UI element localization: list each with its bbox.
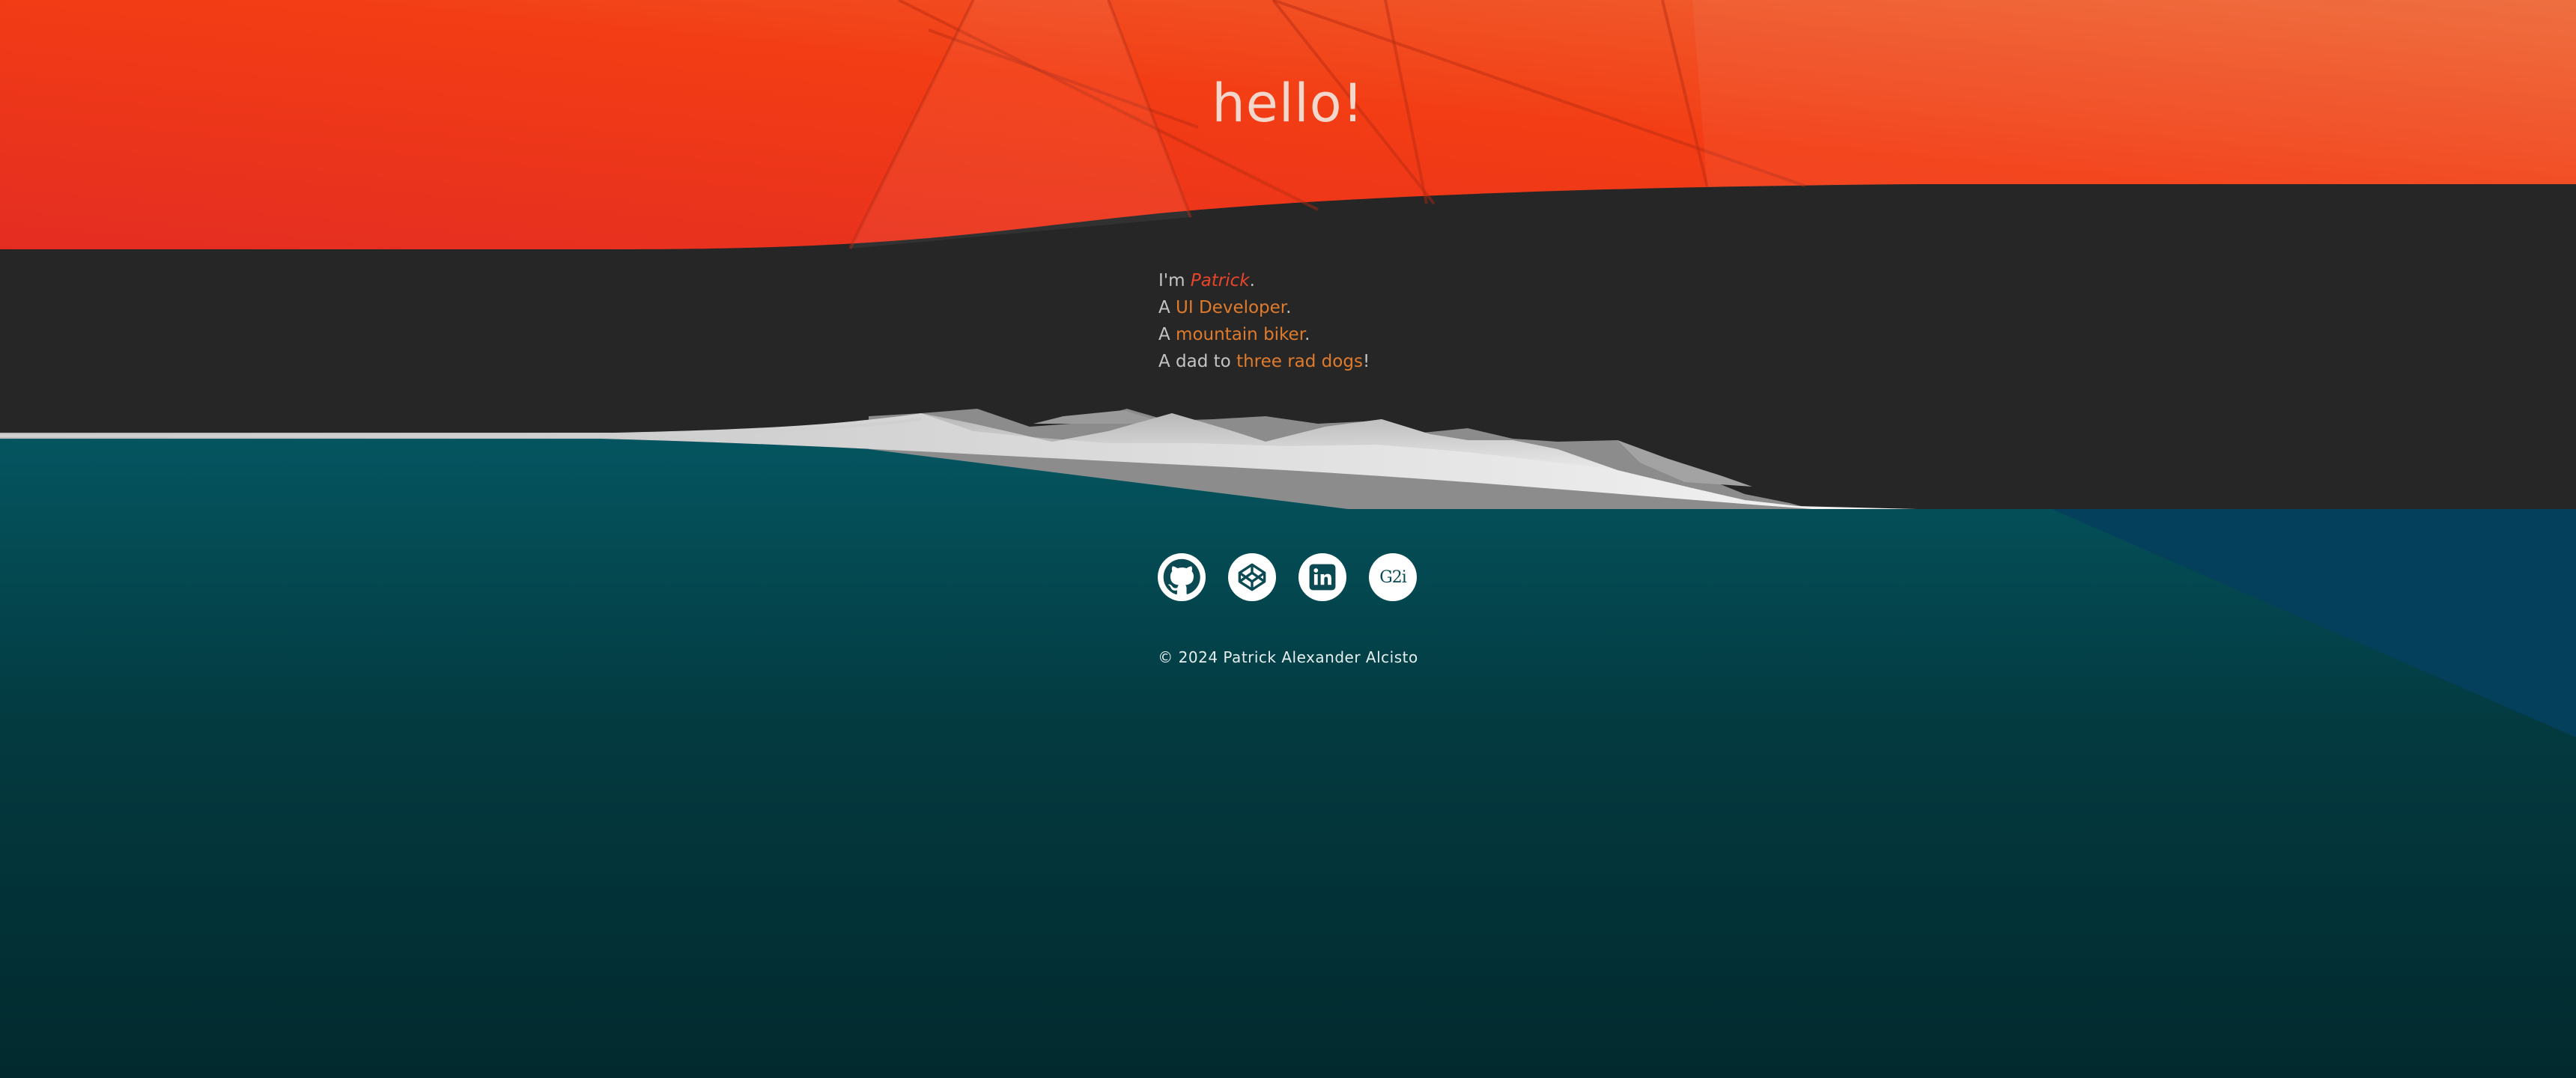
background-art [0,0,2576,1078]
intro-text: . [1304,325,1310,344]
intro-text: ! [1362,352,1370,371]
linkedin-icon [1309,564,1336,591]
g2i-link[interactable]: G2i [1369,553,1417,601]
intro-text: . [1286,298,1292,317]
intro-line-hobby: A mountain biker. [1158,321,1370,348]
g2i-icon: G2i [1379,567,1407,587]
intro-text: A [1158,298,1176,317]
copyright-text: © 2024 Patrick Alexander Alcisto [1158,648,1418,666]
mountain-biker-highlight: mountain biker [1176,325,1305,344]
intro-list: I'm Patrick. A UI Developer. A mountain … [1158,267,1370,375]
intro-text: . [1249,271,1255,290]
intro-text: A dad to [1158,352,1237,371]
intro-line-name: I'm Patrick. [1158,267,1370,294]
ui-developer-highlight: UI Developer [1176,298,1287,317]
name-highlight: Patrick [1190,271,1250,290]
codepen-icon [1238,563,1266,591]
intro-line-dogs: A dad to three rad dogs! [1158,348,1370,375]
github-link[interactable] [1158,553,1206,601]
github-icon [1163,558,1200,594]
page: hello! I'm Patrick. A UI Developer. A mo… [0,0,2576,1078]
social-links: G2i [1158,553,1417,601]
codepen-link[interactable] [1228,553,1276,601]
intro-text: I'm [1158,271,1191,290]
intro-line-role: A UI Developer. [1158,294,1370,321]
linkedin-link[interactable] [1298,553,1346,601]
page-title: hello! [1212,73,1364,134]
dogs-highlight: three rad dogs [1236,352,1363,371]
intro-text: A [1158,325,1176,344]
